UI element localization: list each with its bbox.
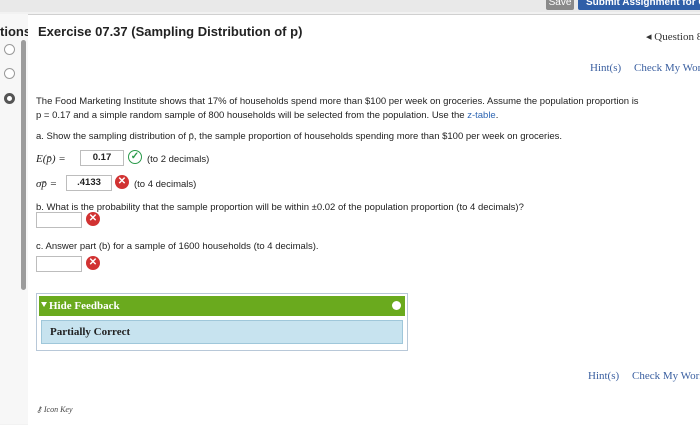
icon-key[interactable]: ⚷ Icon Key — [36, 405, 73, 414]
feedback-body: Partially Correct — [41, 320, 403, 344]
part-c-input[interactable] — [36, 256, 82, 272]
question-text-line2-end: . — [495, 110, 499, 121]
hide-feedback-label: Hide Feedback — [49, 300, 120, 312]
wrong-x-icon: ✕ — [86, 212, 100, 226]
question-radio-1[interactable] — [4, 44, 15, 55]
check-my-work-link-bottom[interactable]: Check My Work — [632, 370, 700, 382]
icon-key-label: Icon Key — [43, 405, 73, 414]
question-text-line2-start: p = 0.17 and a simple random sample of 8… — [36, 110, 468, 121]
feedback-panel: Hide Feedback Partially Correct — [36, 293, 408, 351]
exercise-title: Exercise 07.37 (Sampling Distribution of… — [38, 24, 303, 39]
submit-assignment-button[interactable]: Submit Assignment for Grad — [578, 0, 700, 10]
question-radio-current[interactable] — [4, 93, 15, 104]
correct-check-icon: ✓ — [128, 150, 142, 164]
check-my-work-link[interactable]: Check My Wor — [634, 62, 700, 74]
expected-value-label: E(p̄) = — [36, 153, 66, 165]
question-text-line2: p = 0.17 and a simple random sample of 8… — [36, 110, 498, 121]
wrong-x-icon: ✕ — [86, 256, 100, 270]
z-table-link[interactable]: z-table — [467, 110, 496, 121]
expected-value-input[interactable]: 0.17 — [80, 150, 124, 166]
top-toolbar: Save Submit Assignment for Grad — [0, 0, 700, 12]
sidebar-label: tions — [0, 24, 32, 39]
expected-value-note: (to 2 decimals) — [147, 154, 210, 165]
hide-feedback-toggle[interactable]: Hide Feedback — [39, 296, 405, 316]
caret-down-icon — [41, 302, 47, 307]
question-nav[interactable]: ◂ Question 8 — [646, 30, 700, 43]
question-text-line1: The Food Marketing Institute shows that … — [36, 96, 639, 107]
main-content — [28, 14, 700, 425]
part-b-input[interactable] — [36, 212, 82, 228]
feedback-status: Partially Correct — [50, 326, 131, 338]
std-error-label: σp̄ = — [36, 178, 58, 190]
part-c-text: c. Answer part (b) for a sample of 1600 … — [36, 241, 319, 252]
std-error-input[interactable]: .4133 — [66, 175, 112, 191]
std-error-note: (to 4 decimals) — [134, 179, 197, 190]
part-a-text: a. Show the sampling distribution of p̄,… — [36, 131, 562, 142]
question-radio-2[interactable] — [4, 68, 15, 79]
part-b-text: b. What is the probability that the samp… — [36, 202, 524, 213]
save-button[interactable]: Save — [546, 0, 574, 10]
wrong-x-icon: ✕ — [115, 175, 129, 189]
key-icon: ⚷ — [36, 405, 44, 414]
sidebar-scrollbar[interactable] — [21, 40, 26, 290]
hint-link-bottom[interactable]: Hint(s) — [588, 370, 619, 382]
collapse-dot-icon — [392, 301, 401, 310]
hint-link[interactable]: Hint(s) — [590, 62, 621, 74]
